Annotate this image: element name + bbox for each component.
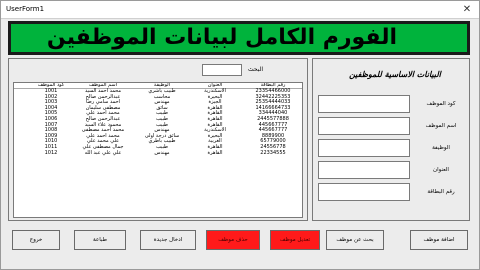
form-title: البيانات الاساسية للموظفين [349,70,441,79]
edit-employee-button[interactable]: تعديل موظف [270,230,320,250]
header-banner: الفورم الكامل لبيانات الموظفين [8,21,470,55]
address-label: العنوان [433,167,449,173]
employees-listbox[interactable]: كود الموظف اسم الموظف الوظيفة العنوان رق… [13,82,303,218]
employee-code-field[interactable] [318,95,410,113]
table-row[interactable]: 1012 علي علي عبد الله مهندس القاهرة 2233… [14,149,302,157]
header-title: الفورم الكامل لبيانات الموظفين [46,25,397,50]
table-cell: مهندس [154,149,170,156]
exit-button[interactable]: خروج [12,230,60,250]
employee-name-label: اسم الموظف [425,123,457,129]
table-cell: 1012 [44,149,58,156]
find-employee-button[interactable]: بحث عن موظف [326,230,384,250]
employee-code-label: كود الموظف [426,101,456,107]
table-cell: 22334555 [260,149,286,156]
search-label: البحث [248,66,264,73]
delete-employee-button[interactable]: حذف موظف [206,230,260,250]
table-cell: القاهرة [207,149,223,156]
search-input[interactable] [202,64,242,76]
employee-name-field[interactable] [318,117,410,135]
id-card-field[interactable] [318,183,410,201]
job-field[interactable] [318,139,410,157]
table-cell: علي علي عبد الله [84,149,122,156]
job-label: الوظيفة [432,145,450,151]
new-entry-button[interactable]: ادخال جديدة [140,230,196,250]
address-field[interactable] [318,161,410,179]
close-icon[interactable]: ✕ [458,2,476,17]
window-title: UserForm1 [6,5,45,13]
print-button[interactable]: طباعة [74,230,126,250]
title-bar: UserForm1 ✕ [1,1,479,19]
id-card-label: رقم البطاقة [427,189,455,195]
add-employee-button[interactable]: اضافة موظف [410,230,468,250]
